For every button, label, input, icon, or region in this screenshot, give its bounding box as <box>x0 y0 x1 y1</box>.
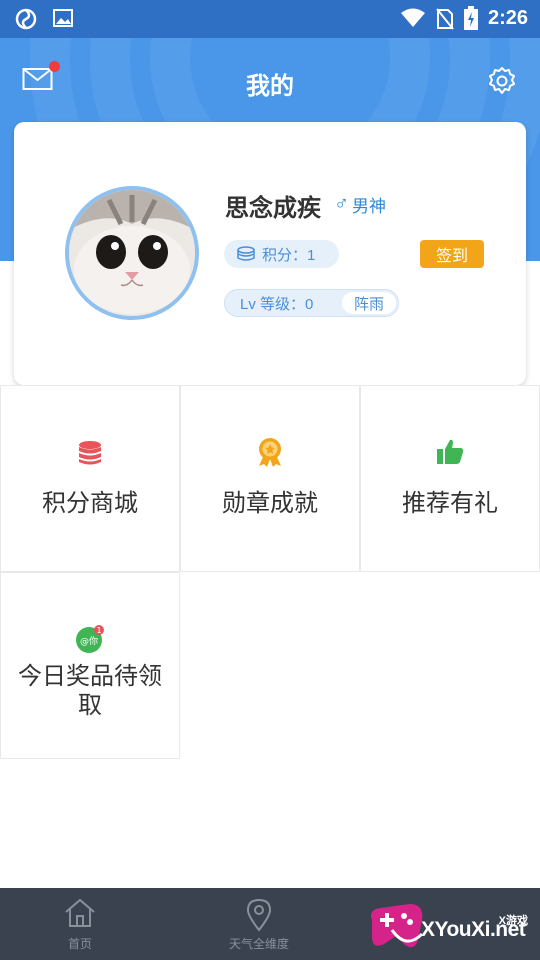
medal-icon <box>259 438 281 467</box>
profile-card: 思念成疾 ♂ 男神 积分：1 签到 Lv 等级：0 阵雨 <box>14 122 526 385</box>
points-text: 积分：1 <box>262 246 316 264</box>
checkin-button[interactable]: 签到 <box>420 240 484 268</box>
male-icon: ♂ <box>334 193 349 215</box>
gender-badge: ♂ 男神 <box>334 192 386 217</box>
grid-item-label-line2: 取 <box>78 692 102 719</box>
app-notification-icon <box>15 8 37 30</box>
nav-home[interactable]: 首页 <box>30 888 130 960</box>
status-bar: 2:26 <box>0 0 540 38</box>
gamepad-logo-icon <box>371 904 424 948</box>
gift-notification-icon: @你 1 <box>76 625 104 653</box>
page-title: 我的 <box>246 73 294 100</box>
image-notification-icon <box>53 9 73 27</box>
grid-item-referral[interactable]: 推荐有礼 <box>360 385 540 572</box>
grid-item-label: 积分商城 <box>42 490 138 517</box>
grid-item-label: 推荐有礼 <box>402 490 498 517</box>
grid-item-daily-prize[interactable]: @你 1 今日奖品待领 取 <box>0 572 180 759</box>
wifi-icon <box>400 8 425 27</box>
thumbs-up-icon <box>437 439 464 464</box>
avatar[interactable] <box>65 186 199 320</box>
level-badge[interactable]: Lv 等级：0 阵雨 <box>224 289 399 317</box>
clock: 2:26 <box>487 6 528 29</box>
home-icon <box>65 898 95 927</box>
no-sim-icon <box>436 8 454 30</box>
gift-icon-text: @你 <box>80 635 98 647</box>
notification-badge: 1 <box>96 626 101 635</box>
nav-weather[interactable]: 天气全维度 <box>209 888 309 960</box>
rank-label: 阵雨 <box>341 292 396 314</box>
grid-item-label: 勋章成就 <box>222 490 318 517</box>
username: 思念成疾 <box>225 195 321 222</box>
location-pin-icon <box>246 898 272 932</box>
watermark-text: XYouXi.net <box>421 918 526 941</box>
grid-item-label: 今日奖品待领 取 <box>1 662 179 720</box>
gear-icon <box>489 67 515 94</box>
cat-avatar-icon <box>69 190 195 316</box>
settings-button[interactable] <box>486 65 518 97</box>
grid-item-medals[interactable]: 勋章成就 <box>180 385 360 572</box>
points-badge[interactable]: 积分：1 <box>224 240 339 268</box>
level-text: Lv 等级：0 <box>240 295 314 313</box>
watermark-logo: X游戏 XYouXi.net <box>366 890 538 958</box>
coin-stack-icon <box>79 441 101 465</box>
nav-label: 首页 <box>67 937 92 951</box>
grid-item-label-line1: 今日奖品待领 <box>18 663 162 690</box>
battery-icon <box>463 6 478 30</box>
coins-icon <box>237 246 255 261</box>
nav-label: 天气全维度 <box>228 937 289 951</box>
gender-label: 男神 <box>352 197 386 216</box>
grid-item-points-mall[interactable]: 积分商城 <box>0 385 180 572</box>
